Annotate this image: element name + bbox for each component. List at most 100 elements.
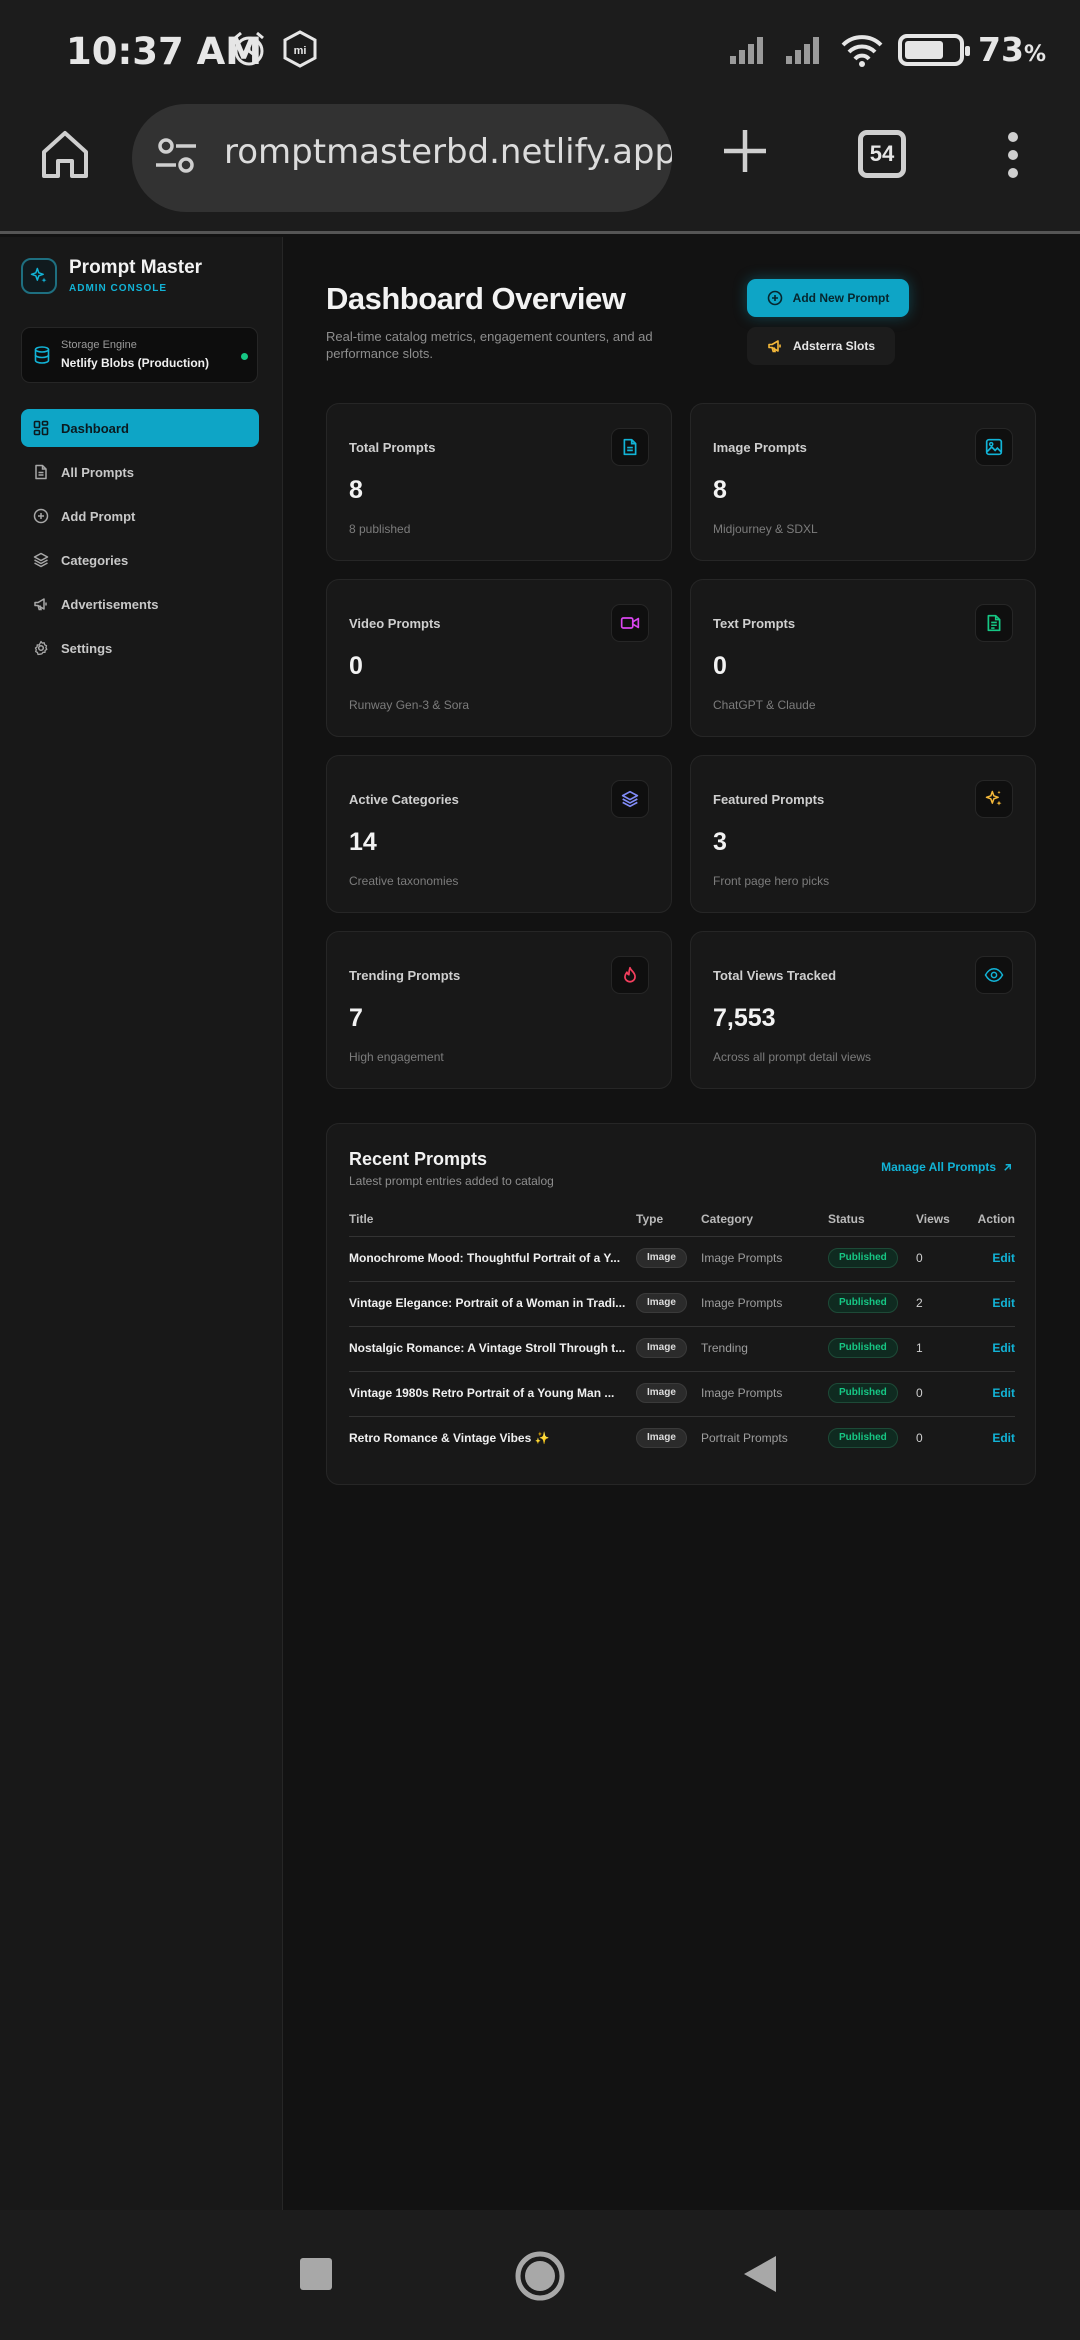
stat-sub: High engagement — [349, 1050, 444, 1064]
stat-card-featured-prompts[interactable]: Featured Prompts 3 Front page hero picks — [690, 755, 1036, 913]
sidebar-item-label: Advertisements — [61, 596, 159, 612]
table-row: Monochrome Mood: Thoughtful Portrait of … — [349, 1236, 1015, 1280]
app-root: Prompt Master ADMIN CONSOLE Storage Engi… — [0, 237, 1080, 2210]
row-category: Image Prompts — [701, 1386, 783, 1400]
row-category: Image Prompts — [701, 1296, 783, 1310]
plus-circle-icon — [767, 290, 782, 306]
storage-label: Storage Engine — [61, 339, 137, 351]
mi-icon: mi — [282, 30, 318, 68]
row-title[interactable]: Retro Romance & Vintage Vibes ✨ — [349, 1431, 634, 1445]
row-views: 2 — [916, 1296, 923, 1310]
battery-icon — [898, 33, 971, 66]
brand-title: Prompt Master — [69, 257, 203, 278]
layers-icon — [611, 780, 649, 818]
video-icon — [611, 604, 649, 642]
home-button[interactable] — [40, 128, 90, 180]
signal-icon-2 — [786, 36, 820, 64]
sidebar-item-settings[interactable]: Settings — [21, 629, 259, 667]
sidebar-item-label: Settings — [61, 640, 113, 656]
stat-sub: Runway Gen-3 & Sora — [349, 698, 470, 712]
tab-switcher-button[interactable]: 54 — [858, 130, 906, 178]
edit-button[interactable]: Edit — [992, 1431, 1015, 1445]
storage-engine-panel: Storage Engine Netlify Blobs (Production… — [21, 327, 258, 383]
row-title[interactable]: Vintage 1980s Retro Portrait of a Young … — [349, 1386, 634, 1400]
edit-button[interactable]: Edit — [992, 1386, 1015, 1400]
stat-card-trending-prompts[interactable]: Trending Prompts 7 High engagement — [326, 931, 672, 1089]
sparkles-icon — [975, 780, 1013, 818]
stat-sub: Front page hero picks — [713, 874, 830, 888]
row-category: Image Prompts — [701, 1251, 783, 1265]
stat-sub: ChatGPT & Claude — [713, 698, 816, 712]
sidebar-item-add-prompt[interactable]: Add Prompt — [21, 497, 259, 535]
edit-button[interactable]: Edit — [992, 1251, 1015, 1265]
stat-value: 0 — [349, 652, 363, 680]
row-views: 1 — [916, 1341, 923, 1355]
stat-card-image-prompts[interactable]: Image Prompts 8 Midjourney & SDXL — [690, 403, 1036, 561]
row-title[interactable]: Vintage Elegance: Portrait of a Woman in… — [349, 1296, 634, 1310]
system-home-button[interactable] — [514, 2250, 566, 2302]
table-row: Retro Romance & Vintage Vibes ✨ Image Po… — [349, 1416, 1015, 1460]
layers-icon — [33, 552, 49, 568]
table-row: Nostalgic Romance: A Vintage Stroll Thro… — [349, 1326, 1015, 1370]
back-button[interactable] — [742, 2254, 778, 2294]
stat-card-total-views[interactable]: Total Views Tracked 7,553 Across all pro… — [690, 931, 1036, 1089]
stat-label: Text Prompts — [713, 616, 796, 631]
row-title[interactable]: Monochrome Mood: Thoughtful Portrait of … — [349, 1251, 634, 1265]
status-badge: Published — [828, 1338, 898, 1358]
table-row: Vintage Elegance: Portrait of a Woman in… — [349, 1281, 1015, 1325]
url-text[interactable]: romptmasterbd.netlify.app — [224, 132, 672, 172]
row-title[interactable]: Nostalgic Romance: A Vintage Stroll Thro… — [349, 1341, 634, 1355]
edit-button[interactable]: Edit — [992, 1341, 1015, 1355]
sidebar-item-dashboard[interactable]: Dashboard — [21, 409, 259, 447]
site-settings-icon[interactable] — [154, 134, 198, 178]
sidebar-item-label: All Prompts — [61, 464, 134, 480]
edit-button[interactable]: Edit — [992, 1296, 1015, 1310]
manage-all-prompts-label: Manage All Prompts — [881, 1160, 996, 1174]
stat-sub: 8 published — [349, 522, 411, 536]
stat-label: Image Prompts — [713, 440, 807, 455]
plus-circle-icon — [33, 508, 49, 524]
sidebar-item-categories[interactable]: Categories — [21, 541, 259, 579]
stat-value: 7 — [349, 1004, 363, 1032]
megaphone-icon — [34, 598, 47, 611]
stat-card-total-prompts[interactable]: Total Prompts 8 8 published — [326, 403, 672, 561]
stat-label: Featured Prompts — [713, 792, 825, 807]
browser-menu-button[interactable] — [1006, 130, 1020, 180]
add-new-prompt-button[interactable]: Add New Prompt — [747, 279, 909, 317]
stat-card-active-categories[interactable]: Active Categories 14 Creative taxonomies — [326, 755, 672, 913]
row-views: 0 — [916, 1431, 923, 1445]
sidebar-item-all-prompts[interactable]: All Prompts — [21, 453, 259, 491]
stat-card-text-prompts[interactable]: Text Prompts 0 ChatGPT & Claude — [690, 579, 1036, 737]
manage-all-prompts-link[interactable]: Manage All Prompts — [881, 1160, 1013, 1174]
col-title: Title — [349, 1212, 374, 1226]
type-badge: Image — [636, 1383, 687, 1403]
alarm-icon — [230, 30, 268, 68]
add-new-prompt-label: Add New Prompt — [792, 291, 890, 305]
document-icon — [35, 464, 47, 480]
stat-value: 14 — [349, 828, 377, 856]
sparkles-logo-icon — [21, 257, 57, 294]
status-bar: 10:37 AM mi 73% — [0, 0, 1080, 100]
stat-label: Active Categories — [349, 792, 459, 807]
new-tab-button[interactable] — [720, 126, 770, 176]
sidebar-item-advertisements[interactable]: Advertisements — [21, 585, 259, 623]
page-description: Real-time catalog metrics, engagement co… — [326, 329, 653, 361]
image-icon — [975, 428, 1013, 466]
status-badge: Published — [828, 1248, 898, 1268]
row-views: 0 — [916, 1251, 923, 1265]
adsterra-slots-button[interactable]: Adsterra Slots — [747, 327, 895, 365]
brand-subtitle: ADMIN CONSOLE — [69, 283, 167, 294]
stat-card-video-prompts[interactable]: Video Prompts 0 Runway Gen-3 & Sora — [326, 579, 672, 737]
row-category: Portrait Prompts — [701, 1431, 788, 1445]
status-dot — [241, 353, 248, 360]
row-views: 0 — [916, 1386, 923, 1400]
sidebar-item-label: Categories — [61, 552, 129, 568]
stat-label: Total Prompts — [349, 440, 436, 455]
type-badge: Image — [636, 1293, 687, 1313]
eye-icon — [975, 956, 1013, 994]
url-bar[interactable]: romptmasterbd.netlify.app — [132, 104, 672, 212]
wifi-icon — [841, 34, 883, 67]
svg-text:mi: mi — [294, 45, 307, 57]
brand[interactable]: Prompt Master ADMIN CONSOLE — [21, 257, 202, 294]
recents-button[interactable] — [300, 2258, 332, 2290]
